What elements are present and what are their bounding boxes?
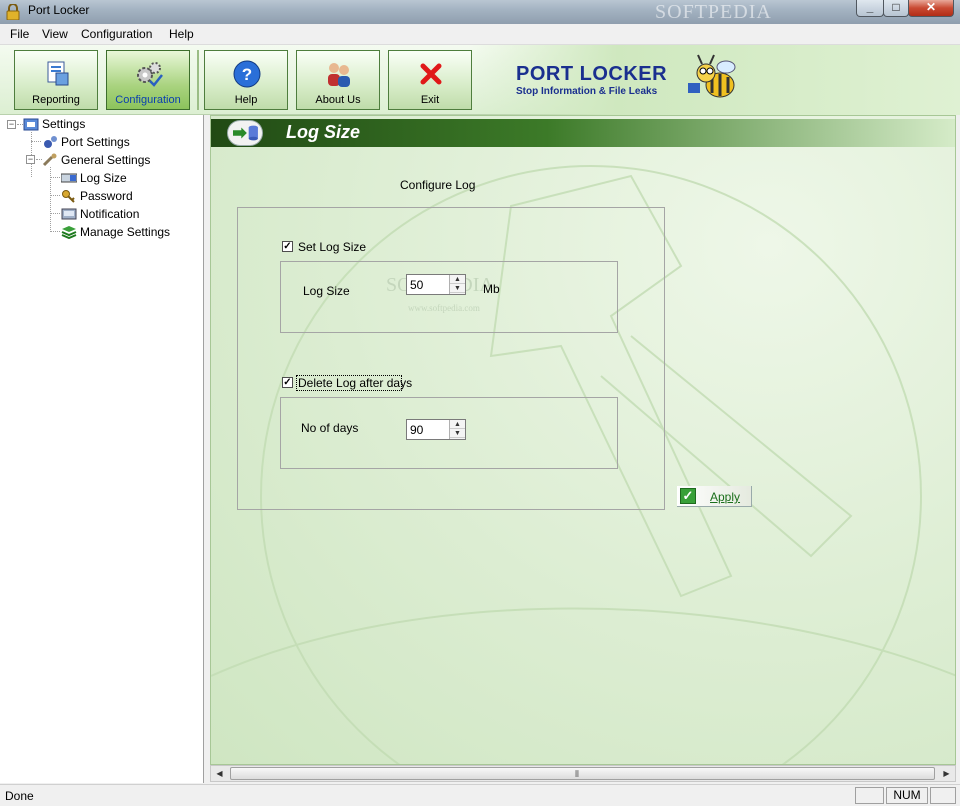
exit-label: Exit bbox=[420, 94, 440, 106]
days-spinner[interactable]: 90 ▲ ▼ bbox=[406, 419, 466, 440]
spin-up-icon[interactable]: ▲ bbox=[450, 275, 465, 284]
log-size-spinner[interactable]: 50 ▲ ▼ bbox=[406, 274, 466, 295]
maximize-icon: □ bbox=[892, 0, 900, 14]
checkmark-icon: ✓ bbox=[680, 488, 696, 504]
reporting-button[interactable]: Reporting bbox=[14, 50, 98, 110]
toolbar: Reporting Configuration ? Help About Us … bbox=[0, 45, 960, 115]
gear-icon bbox=[44, 136, 57, 148]
lock-icon bbox=[6, 4, 20, 20]
window-title: Port Locker bbox=[28, 3, 90, 17]
configure-log-label: Configure Log bbox=[400, 178, 476, 192]
scroll-left-icon[interactable]: ◀ bbox=[211, 766, 228, 781]
minimize-icon: _ bbox=[866, 0, 874, 14]
collapse-settings-icon[interactable]: − bbox=[7, 120, 16, 129]
scrollbar-thumb[interactable]: ⦀ bbox=[230, 767, 935, 780]
configuration-label: Configuration bbox=[115, 94, 181, 106]
set-log-size-checkbox[interactable]: ✓ bbox=[282, 241, 293, 252]
tree-item-settings[interactable]: Settings bbox=[23, 115, 85, 133]
delete-log-label: Delete Log after days bbox=[298, 376, 413, 390]
spin-down-icon[interactable]: ▼ bbox=[450, 284, 465, 293]
spin-down-icon[interactable]: ▼ bbox=[450, 429, 465, 438]
softpedia-watermark: SOFTPEDIA bbox=[655, 1, 772, 23]
brand-banner: PORT LOCKER Stop Information & File Leak… bbox=[470, 45, 960, 115]
tree-item-password[interactable]: Password bbox=[61, 187, 133, 205]
close-button[interactable]: ✕ bbox=[908, 0, 954, 17]
configuration-button[interactable]: Configuration bbox=[106, 50, 190, 110]
brand-title: PORT LOCKER bbox=[516, 63, 668, 85]
bee-mascot-icon bbox=[688, 54, 736, 98]
close-icon: ✕ bbox=[925, 0, 937, 14]
settings-folder-icon bbox=[23, 118, 39, 131]
log-size-unit: Mb bbox=[483, 282, 500, 296]
grip-icon: ⦀ bbox=[575, 769, 579, 779]
menu-configuration[interactable]: Configuration bbox=[81, 27, 152, 41]
tree-item-general-settings[interactable]: General Settings bbox=[42, 151, 150, 169]
menu-bar: File View Configuration Help bbox=[0, 24, 960, 45]
help-icon: ? bbox=[233, 60, 261, 88]
apply-label: Apply bbox=[710, 490, 741, 504]
stack-icon bbox=[61, 226, 77, 239]
wrench-icon bbox=[42, 153, 57, 167]
spin-up-icon[interactable]: ▲ bbox=[450, 420, 465, 429]
log-size-icon bbox=[61, 173, 77, 183]
help-button[interactable]: ? Help bbox=[204, 50, 288, 110]
days-label: No of days bbox=[301, 421, 359, 435]
tree-item-port-settings[interactable]: Port Settings bbox=[42, 133, 130, 151]
brand-tagline: Stop Information & File Leaks bbox=[516, 86, 658, 97]
database-arrow-icon bbox=[227, 120, 263, 146]
num-lock-indicator: NUM bbox=[886, 787, 928, 804]
days-value: 90 bbox=[410, 423, 424, 437]
status-text: Done bbox=[5, 789, 34, 803]
about-us-button[interactable]: About Us bbox=[296, 50, 380, 110]
toolbar-separator bbox=[197, 50, 199, 110]
status-pane bbox=[930, 787, 956, 804]
tree-item-log-size[interactable]: Log Size bbox=[61, 169, 127, 187]
report-icon bbox=[47, 61, 69, 86]
minimize-button[interactable]: _ bbox=[856, 0, 884, 17]
menu-help[interactable]: Help bbox=[169, 27, 194, 41]
scroll-right-icon[interactable]: ▶ bbox=[938, 766, 955, 781]
horizontal-scrollbar[interactable]: ◀ ⦀ ▶ bbox=[210, 765, 956, 782]
status-bar: Done NUM bbox=[0, 784, 960, 806]
notification-icon bbox=[61, 208, 77, 220]
panel-title: Log Size bbox=[286, 122, 361, 142]
log-size-panel: SOFTPEDIA www.softpedia.com Log Size Con… bbox=[210, 115, 956, 765]
apply-button[interactable]: ✓ Apply bbox=[677, 486, 752, 507]
svg-text:?: ? bbox=[242, 65, 252, 84]
panel-header: Log Size bbox=[211, 119, 955, 147]
delete-log-checkbox[interactable]: ✓ bbox=[282, 377, 293, 388]
menu-view[interactable]: View bbox=[42, 27, 68, 41]
key-icon bbox=[62, 190, 75, 203]
title-bar: Port Locker SOFTPEDIA _ □ ✕ bbox=[0, 0, 960, 24]
log-size-value: 50 bbox=[410, 278, 424, 292]
set-log-size-label: Set Log Size bbox=[298, 240, 367, 254]
help-label: Help bbox=[234, 94, 258, 106]
exit-icon bbox=[420, 63, 442, 85]
maximize-button[interactable]: □ bbox=[883, 0, 909, 17]
settings-tree: − − Settings Port Settings General Setti… bbox=[0, 115, 204, 783]
collapse-general-settings-icon[interactable]: − bbox=[26, 155, 35, 164]
status-pane bbox=[855, 787, 884, 804]
tree-item-manage-settings[interactable]: Manage Settings bbox=[61, 223, 170, 241]
about-us-label: About Us bbox=[315, 94, 361, 106]
gears-icon bbox=[137, 62, 163, 87]
people-icon bbox=[328, 63, 350, 87]
log-size-label: Log Size bbox=[303, 284, 350, 298]
exit-button[interactable]: Exit bbox=[388, 50, 472, 110]
menu-file[interactable]: File bbox=[10, 27, 29, 41]
tree-item-notification[interactable]: Notification bbox=[61, 205, 139, 223]
reporting-label: Reporting bbox=[32, 94, 80, 106]
